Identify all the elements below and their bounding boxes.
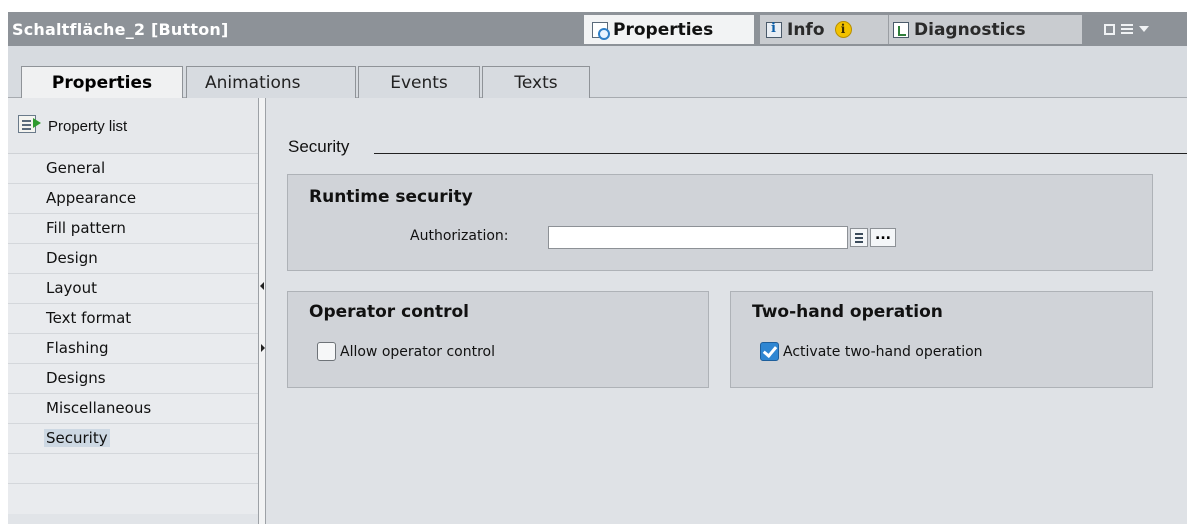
section-title: Security xyxy=(288,137,350,156)
authorization-label: Authorization: xyxy=(410,228,509,244)
nav-item-flashing[interactable]: Flashing xyxy=(8,334,258,364)
two-hand-operation-group: Two-hand operation Activate two-hand ope… xyxy=(730,291,1153,388)
nav-item-fill-pattern[interactable]: Fill pattern xyxy=(8,214,258,244)
runtime-security-title: Runtime security xyxy=(309,187,473,207)
tab-properties-main[interactable]: Properties xyxy=(584,15,754,44)
diagnostics-icon xyxy=(893,21,909,38)
two-hand-operation-title: Two-hand operation xyxy=(752,302,943,322)
property-nav: Property list General Appearance Fill pa… xyxy=(8,98,258,524)
tab-diagnostics[interactable]: Diagnostics xyxy=(888,15,1082,44)
tab-properties-main-label: Properties xyxy=(613,19,714,40)
section-divider xyxy=(374,153,1187,154)
tab-properties[interactable]: Properties xyxy=(21,66,183,98)
info-badge-icon: i xyxy=(834,21,852,38)
activate-two-hand-checkbox[interactable] xyxy=(760,342,779,361)
title-bar: Schaltfläche_2 [Button] Properties Info … xyxy=(8,12,1187,46)
allow-operator-control-label: Allow operator control xyxy=(340,343,496,360)
info-icon xyxy=(766,21,782,38)
activate-two-hand-label: Activate two-hand operation xyxy=(783,343,983,360)
tab-info-label: Info xyxy=(787,19,825,40)
nav-item-miscellaneous[interactable]: Miscellaneous xyxy=(8,394,258,424)
properties-icon xyxy=(592,21,610,40)
property-list-header[interactable]: Property list xyxy=(8,98,258,154)
nav-item-text-format[interactable]: Text format xyxy=(8,304,258,334)
window-controls xyxy=(1104,20,1187,38)
nav-item-security-label: Security xyxy=(44,429,110,447)
tab-diagnostics-label: Diagnostics xyxy=(914,19,1026,40)
panel-menu-icon[interactable] xyxy=(1121,24,1133,34)
restore-window-icon[interactable] xyxy=(1104,23,1115,35)
property-list-label: Property list xyxy=(48,118,128,135)
nav-item-appearance[interactable]: Appearance xyxy=(8,184,258,214)
runtime-security-group: Runtime security Authorization: ... xyxy=(287,174,1153,271)
expand-right-icon[interactable] xyxy=(261,344,265,352)
nav-item-design[interactable]: Design xyxy=(8,244,258,274)
tab-info[interactable]: Info i xyxy=(760,15,888,44)
operator-control-group: Operator control Allow operator control xyxy=(287,291,709,388)
activate-two-hand-row[interactable]: Activate two-hand operation xyxy=(760,342,983,361)
inspector-window: Schaltfläche_2 [Button] Properties Info … xyxy=(8,12,1187,524)
nav-item-empty xyxy=(8,484,258,514)
authorization-browse-button[interactable]: ... xyxy=(870,228,896,247)
tab-events[interactable]: Events xyxy=(358,66,480,98)
security-content: Security Runtime security Authorization:… xyxy=(266,98,1187,524)
nav-item-general[interactable]: General xyxy=(8,154,258,184)
allow-operator-control-row[interactable]: Allow operator control xyxy=(317,342,495,361)
nav-item-empty xyxy=(8,454,258,484)
allow-operator-control-checkbox[interactable] xyxy=(317,342,336,361)
chevron-down-icon[interactable] xyxy=(1139,26,1149,32)
tab-animations[interactable]: Animations xyxy=(186,66,356,98)
tab-texts[interactable]: Texts xyxy=(482,66,590,98)
secondary-tab-bar: Properties Animations Events Texts xyxy=(8,46,1187,98)
nav-item-designs[interactable]: Designs xyxy=(8,364,258,394)
nav-splitter[interactable] xyxy=(258,98,266,524)
property-list-icon xyxy=(18,115,41,133)
authorization-input[interactable] xyxy=(548,226,848,249)
nav-item-security[interactable]: Security xyxy=(8,424,258,454)
collapse-left-icon[interactable] xyxy=(260,282,264,290)
nav-item-layout[interactable]: Layout xyxy=(8,274,258,304)
object-title: Schaltfläche_2 [Button] xyxy=(12,20,229,39)
operator-control-title: Operator control xyxy=(309,302,469,322)
authorization-list-button[interactable] xyxy=(850,228,868,247)
